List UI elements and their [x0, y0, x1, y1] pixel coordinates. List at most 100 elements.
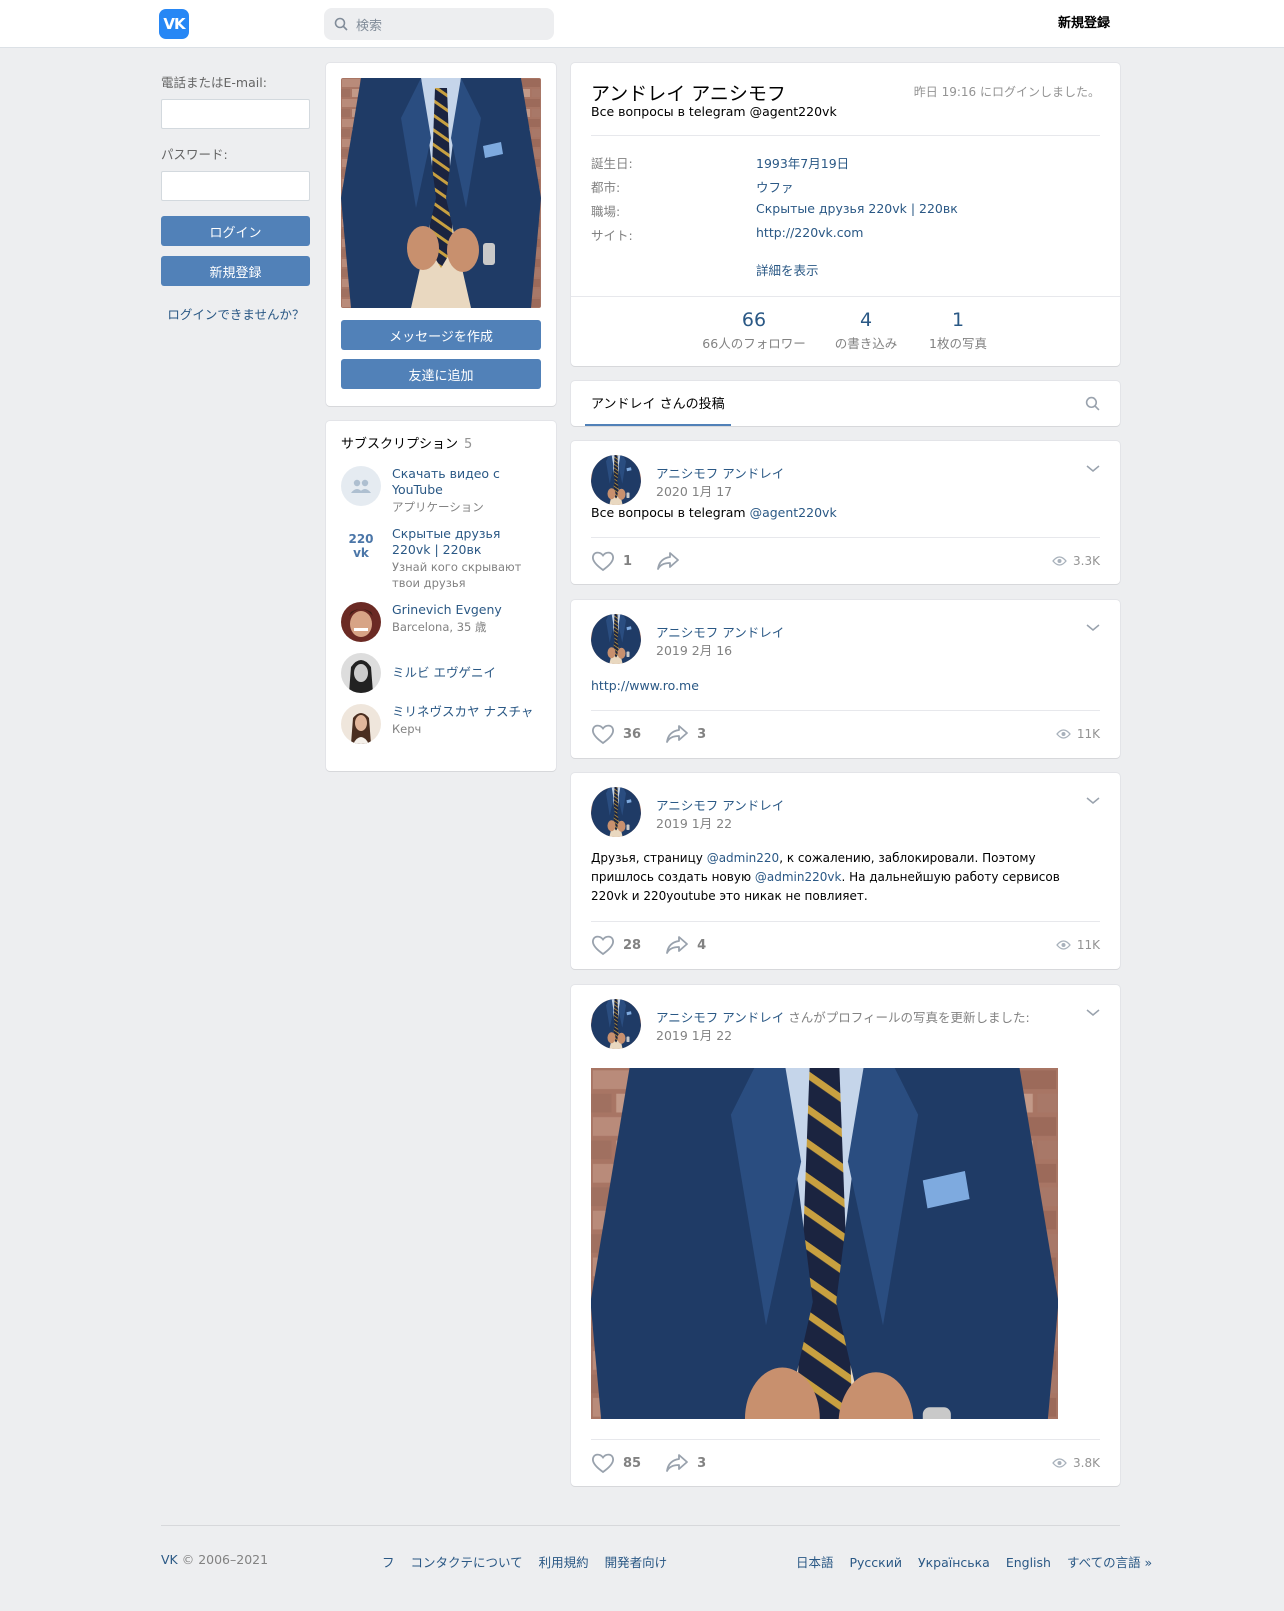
footer-link-developers[interactable]: 開発者向け: [605, 1555, 668, 1570]
share-button[interactable]: 4: [665, 935, 706, 955]
subscription-name[interactable]: Grinevich Evgeny: [392, 602, 502, 618]
forgot-login-link[interactable]: ログインできませんか？: [161, 304, 311, 323]
subscriptions-title[interactable]: サブスクリプション 5: [341, 433, 541, 452]
post-actions: 28 4 11K: [591, 933, 1100, 957]
chevron-down-icon[interactable]: [1086, 797, 1100, 805]
tab-user-posts[interactable]: アンドレイ さんの投稿: [585, 381, 731, 426]
add-friend-button[interactable]: 友達に追加: [341, 359, 541, 389]
counter-photos[interactable]: 1 1枚の写真: [923, 309, 993, 352]
profile-name: アンドレイ アニシモフ: [591, 83, 786, 105]
post-actions: 36 3 11K: [591, 722, 1100, 746]
footer-links: フ コンタクテについて 利用規約 開発者向け: [382, 1552, 679, 1571]
register-button[interactable]: 新規登録: [161, 256, 310, 286]
counter-label: 1枚の写真: [929, 336, 987, 351]
footer-languages: 日本語 Русский Українська English すべての言語 »: [796, 1552, 1152, 1571]
lang-japanese[interactable]: 日本語: [796, 1555, 834, 1570]
search-icon[interactable]: [1085, 396, 1100, 411]
share-button[interactable]: 3: [665, 724, 706, 744]
post-date[interactable]: 2020 1月 17: [656, 481, 732, 500]
share-button[interactable]: 3: [665, 1453, 706, 1473]
info-key: 都市:: [591, 180, 621, 195]
lang-english[interactable]: English: [1006, 1555, 1051, 1570]
divider: [591, 710, 1100, 711]
author-avatar[interactable]: [591, 455, 641, 505]
wall-tabs: アンドレイ さんの投稿: [571, 381, 1120, 426]
subscription-name[interactable]: ミリネヴスカヤ ナスチャ: [392, 704, 533, 720]
wall-post: アニシモフ アンドレイ さんがプロフィールの写真を更新しました: 2019 1月…: [571, 985, 1120, 1486]
login-button[interactable]: ログイン: [161, 216, 310, 246]
wall-post: アニシモフ アンドレイ 2020 1月 17 Все вопросы в tel…: [571, 441, 1120, 584]
vk-logo[interactable]: VK: [159, 9, 189, 39]
subscription-item[interactable]: Скачать видео с YouTube アプリケーション: [341, 466, 541, 515]
url-link[interactable]: http://www.ro.me: [591, 678, 699, 693]
subscription-name[interactable]: Скрытые друзья 220vk | 220вк: [392, 526, 541, 558]
post-author[interactable]: アニシモフ アンドレイ: [656, 622, 784, 641]
author-avatar[interactable]: [591, 999, 641, 1049]
chevron-down-icon[interactable]: [1086, 624, 1100, 632]
view-count: 3.3K: [1052, 554, 1100, 568]
subscription-item[interactable]: ミルビ エヴゲニイ: [341, 653, 541, 693]
subscription-name[interactable]: ミルビ エヴゲニイ: [392, 665, 496, 681]
search-input[interactable]: 検索: [324, 8, 554, 40]
mention-link[interactable]: @admin220vk: [755, 870, 842, 884]
post-date[interactable]: 2019 1月 22: [656, 1025, 732, 1044]
user-avatar: [341, 602, 381, 642]
like-button[interactable]: 1: [591, 550, 632, 572]
post-author[interactable]: アニシモフ アンドレイ: [656, 463, 784, 482]
profile-status: Все вопросы в telegram @agent220vk: [591, 104, 837, 119]
counter-posts[interactable]: 4 の書き込み: [831, 309, 901, 352]
post-date[interactable]: 2019 2月 16: [656, 640, 732, 659]
post-photo[interactable]: [591, 1068, 1058, 1419]
subscription-name[interactable]: Скачать видео с YouTube: [392, 466, 541, 498]
like-button[interactable]: 36: [591, 723, 641, 745]
lang-ukrainian[interactable]: Українська: [918, 1555, 990, 1570]
author-avatar[interactable]: [591, 787, 641, 837]
chevron-down-icon[interactable]: [1086, 465, 1100, 473]
login-form: 電話またはE-mail: パスワード: ログイン 新規登録 ログインできませんか…: [161, 72, 311, 323]
post-text: Все вопросы в telegram @agent220vk: [591, 505, 837, 520]
footer-link-about[interactable]: コンタクテについて: [411, 1555, 523, 1570]
send-message-button[interactable]: メッセージを作成: [341, 320, 541, 350]
heart-icon: [592, 1453, 614, 1474]
share-button[interactable]: [656, 551, 688, 571]
post-author[interactable]: アニシモフ アンドレイ さんがプロフィールの写真を更新しました:: [656, 1007, 1030, 1026]
show-more-link[interactable]: 詳細を表示: [756, 260, 819, 279]
info-value[interactable]: http://220vk.com: [756, 225, 863, 240]
profile-photo[interactable]: [341, 78, 541, 308]
lang-russian[interactable]: Русский: [850, 1555, 902, 1570]
info-value[interactable]: ウファ: [756, 177, 794, 196]
footer-vk-link[interactable]: VK: [161, 1552, 178, 1567]
search-placeholder: 検索: [356, 18, 383, 34]
lang-all[interactable]: すべての言語 »: [1067, 1555, 1152, 1570]
info-value[interactable]: 1993年7月19日: [756, 153, 849, 172]
counter-followers[interactable]: 66 66人のフォロワー: [699, 309, 809, 352]
mention-link[interactable]: @admin220: [707, 851, 780, 865]
wall-post: アニシモフ アンドレイ 2019 2月 16 http://www.ro.me …: [571, 600, 1120, 758]
wall-post: アニシモフ アンドレイ 2019 1月 22 Друзья, страницу …: [571, 773, 1120, 969]
last-seen: 昨日 19:16 にログインしました。: [913, 85, 1100, 99]
heart-icon: [592, 935, 614, 956]
subscription-item[interactable]: Grinevich Evgeny Barcelona, 35 歳: [341, 602, 541, 642]
info-key: 職場:: [591, 204, 621, 219]
header-register-link[interactable]: 新規登録: [1058, 12, 1110, 31]
like-button[interactable]: 28: [591, 934, 641, 956]
post-date[interactable]: 2019 1月 22: [656, 813, 732, 832]
author-avatar[interactable]: [591, 614, 641, 664]
like-button[interactable]: 85: [591, 1452, 641, 1474]
phone-email-field[interactable]: [161, 99, 310, 129]
user-avatar: [341, 653, 381, 693]
info-key: 誕生日:: [591, 156, 633, 171]
view-count: 3.8K: [1052, 1456, 1100, 1470]
subscription-item[interactable]: 220vk Скрытые друзья 220vk | 220вк Узнай …: [341, 526, 541, 591]
group-icon: [341, 466, 381, 506]
info-value[interactable]: Скрытые друзья 220vk | 220вк: [756, 201, 958, 216]
mention-link[interactable]: @agent220vk: [750, 505, 837, 520]
footer-link-terms[interactable]: 利用規約: [539, 1555, 589, 1570]
chevron-down-icon[interactable]: [1086, 1009, 1100, 1017]
220vk-logo-text: 220vk: [348, 532, 374, 560]
subscription-item[interactable]: ミリネヴスカヤ ナスチャ Керч: [341, 704, 541, 744]
subscriptions-card: サブスクリプション 5 Скачать видео с YouTube アプリケーシ…: [326, 421, 556, 771]
post-author[interactable]: アニシモフ アンドレイ: [656, 795, 784, 814]
password-field[interactable]: [161, 171, 310, 201]
footer-link[interactable]: フ: [382, 1555, 395, 1570]
